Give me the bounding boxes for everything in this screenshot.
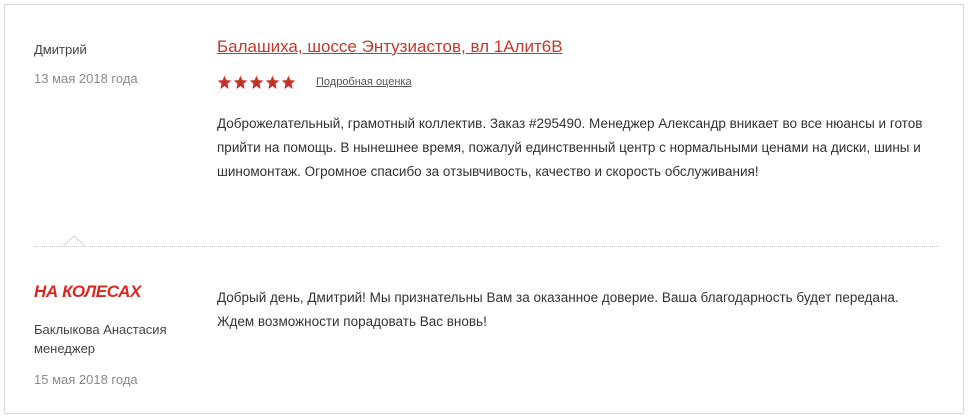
svg-text:НА КОЛЕСАХ: НА КОЛЕСАХ — [34, 282, 143, 301]
na-kolesah-logo: НА КОЛЕСАХ — [34, 282, 143, 301]
rating-row: Подробная оценка — [217, 72, 947, 92]
reply-author-role: менеджер — [34, 341, 96, 356]
review-content: Балашиха, шоссе Энтузиастов, вл 1Алит6В … — [217, 36, 947, 184]
reply-date: 15 мая 2018 года — [34, 372, 138, 387]
reply-text: Добрый день, Дмитрий! Мы признательны Ва… — [217, 290, 899, 329]
star-icon — [233, 75, 248, 89]
review-text: Доброжелательный, грамотный коллектив. З… — [217, 116, 923, 179]
reply-author-block: НА КОЛЕСАХ Баклыкова Анастасия менеджер … — [34, 280, 209, 389]
star-icon — [217, 75, 232, 89]
store-location-link[interactable]: Балашиха, шоссе Энтузиастов, вл 1Алит6В — [217, 37, 563, 56]
review-card: Дмитрий 13 мая 2018 года Балашиха, шоссе… — [4, 4, 964, 414]
company-reply: НА КОЛЕСАХ Баклыкова Анастасия менеджер … — [5, 250, 963, 410]
review-author-block: Дмитрий 13 мая 2018 года — [34, 41, 204, 88]
reply-pointer-notch — [63, 235, 85, 247]
review-date: 13 мая 2018 года — [34, 71, 138, 86]
star-icon — [265, 75, 280, 89]
star-rating — [217, 75, 296, 90]
star-icon — [281, 75, 296, 89]
reply-author-name: Баклыкова Анастасия — [34, 322, 167, 337]
detailed-rating-link[interactable]: Подробная оценка — [316, 75, 412, 89]
star-icon — [249, 75, 264, 89]
review-author-name: Дмитрий — [34, 42, 87, 57]
reply-divider — [34, 246, 939, 247]
customer-review: Дмитрий 13 мая 2018 года Балашиха, шоссе… — [5, 5, 963, 245]
